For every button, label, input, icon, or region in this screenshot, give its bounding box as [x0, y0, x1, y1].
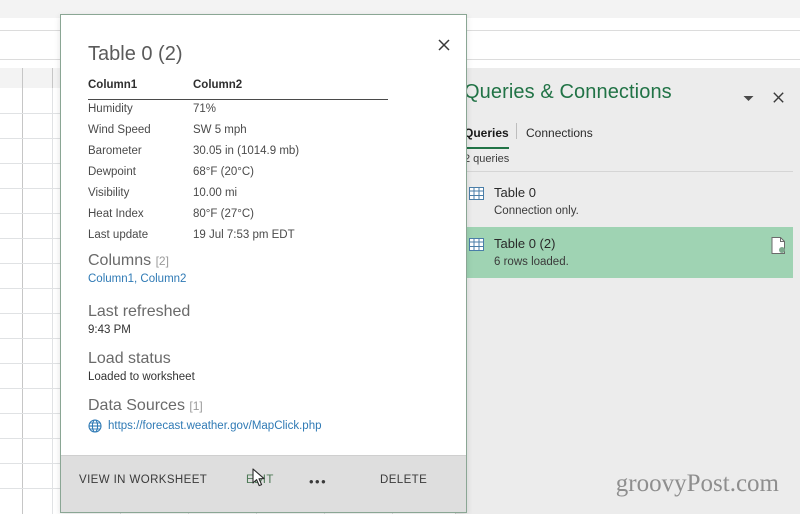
page-title: Table 0 (2)	[88, 43, 183, 65]
globe-icon	[88, 419, 102, 433]
cell-key: Dewpoint	[88, 166, 136, 178]
peek-footer: VIEW IN WORKSHEET EDIT ••• DELETE	[61, 455, 466, 512]
edit-button[interactable]: EDIT	[246, 474, 274, 486]
query-name: Table 0 (2)	[494, 236, 556, 251]
cell-key: Visibility	[88, 187, 130, 199]
chevron-down-icon[interactable]	[740, 90, 756, 106]
tab-queries[interactable]: Queries	[464, 120, 509, 149]
table-icon	[469, 238, 484, 251]
table-row: Wind Speed SW 5 mph	[88, 121, 388, 142]
section-last-refreshed: Last refreshed 9:43 PM	[88, 303, 190, 336]
table-row: Last update 19 Jul 7:53 pm EDT	[88, 226, 388, 247]
last-refreshed-value: 9:43 PM	[88, 324, 131, 336]
list-item[interactable]: Table 0 (2) 6 rows loaded.	[448, 227, 793, 278]
query-name: Table 0	[494, 185, 536, 200]
tab-separator	[516, 123, 517, 139]
excel-window: Q Queries & Connections	[0, 0, 800, 514]
cell-value: 68°F (20°C)	[193, 166, 254, 178]
column-header-2: Column2	[193, 79, 243, 91]
section-count: [1]	[189, 399, 203, 413]
query-list: Table 0 Connection only. Table 0 (2) 6 r…	[448, 176, 793, 278]
data-source-row[interactable]: https://forecast.weather.gov/MapClick.ph…	[88, 419, 322, 433]
cell-value: SW 5 mph	[193, 124, 247, 136]
load-status-value: Loaded to worksheet	[88, 371, 195, 383]
close-icon[interactable]	[434, 35, 454, 55]
close-icon[interactable]	[769, 88, 787, 106]
list-item[interactable]: Table 0 Connection only.	[464, 176, 793, 227]
select-all-corner[interactable]	[0, 68, 23, 88]
pane-tabs: Queries Connections	[456, 120, 800, 149]
more-options-button[interactable]: •••	[309, 474, 327, 489]
cell-value: 71%	[193, 103, 217, 115]
cell-key: Humidity	[88, 103, 133, 115]
worksheet-page-icon[interactable]	[771, 237, 786, 254]
section-title-text: Columns	[88, 252, 152, 269]
query-status: Connection only.	[494, 205, 579, 217]
cell-key: Barometer	[88, 145, 142, 157]
table-row: Humidity 71%	[88, 100, 388, 121]
cell-value: 30.05 in (1014.9 mb)	[193, 145, 300, 157]
section-load-status: Load status Loaded to worksheet	[88, 350, 195, 383]
table-row: Heat Index 80°F (27°C)	[88, 205, 388, 226]
columns-list[interactable]: Column1, Column2	[88, 273, 186, 285]
query-status: 6 rows loaded.	[494, 256, 569, 268]
section-count: [2]	[155, 254, 169, 268]
cell-key: Wind Speed	[88, 124, 151, 136]
cell-value: 80°F (27°C)	[193, 208, 254, 220]
view-in-worksheet-button[interactable]: VIEW IN WORKSHEET	[79, 474, 207, 486]
pane-header: Queries & Connections	[456, 68, 800, 118]
query-count-label: 2 queries	[464, 153, 510, 165]
cell-value: 19 Jul 7:53 pm EDT	[193, 229, 295, 241]
section-columns: Columns [2] Column1, Column2	[88, 252, 186, 285]
query-peek-flyout: Table 0 (2) Column1 Column2 Humidity 71%…	[60, 14, 467, 513]
section-data-sources: Data Sources [1] https://forecast.weathe…	[88, 397, 322, 433]
tab-connections[interactable]: Connections	[526, 120, 593, 146]
divider	[464, 171, 793, 172]
delete-button[interactable]: DELETE	[380, 474, 427, 486]
data-source-url[interactable]: https://forecast.weather.gov/MapClick.ph…	[108, 420, 322, 432]
section-title: Last refreshed	[88, 303, 191, 320]
preview-table: Column1 Column2 Humidity 71% Wind Speed …	[88, 79, 388, 247]
cell-key: Heat Index	[88, 208, 144, 220]
row-header-column	[0, 88, 23, 514]
section-title: Columns [2]	[88, 252, 186, 270]
table-row: Barometer 30.05 in (1014.9 mb)	[88, 142, 388, 163]
table-header-row: Column1 Column2	[88, 79, 388, 100]
table-row: Dewpoint 68°F (20°C)	[88, 163, 388, 184]
table-icon	[469, 187, 484, 200]
queries-and-connections-pane: Queries & Connections Queries Connection…	[448, 68, 800, 514]
section-title: Load status	[88, 350, 171, 367]
cell-key: Last update	[88, 229, 149, 241]
column-header-blank[interactable]	[22, 68, 53, 88]
pane-title: Queries & Connections	[464, 81, 672, 103]
watermark: groovyPost.com	[615, 470, 779, 497]
table-row: Visibility 10.00 mi	[88, 184, 388, 205]
cell-value: 10.00 mi	[193, 187, 238, 199]
section-title-text: Data Sources	[88, 397, 185, 414]
section-title: Data Sources [1]	[88, 397, 322, 415]
column-header-1: Column1	[88, 79, 138, 91]
